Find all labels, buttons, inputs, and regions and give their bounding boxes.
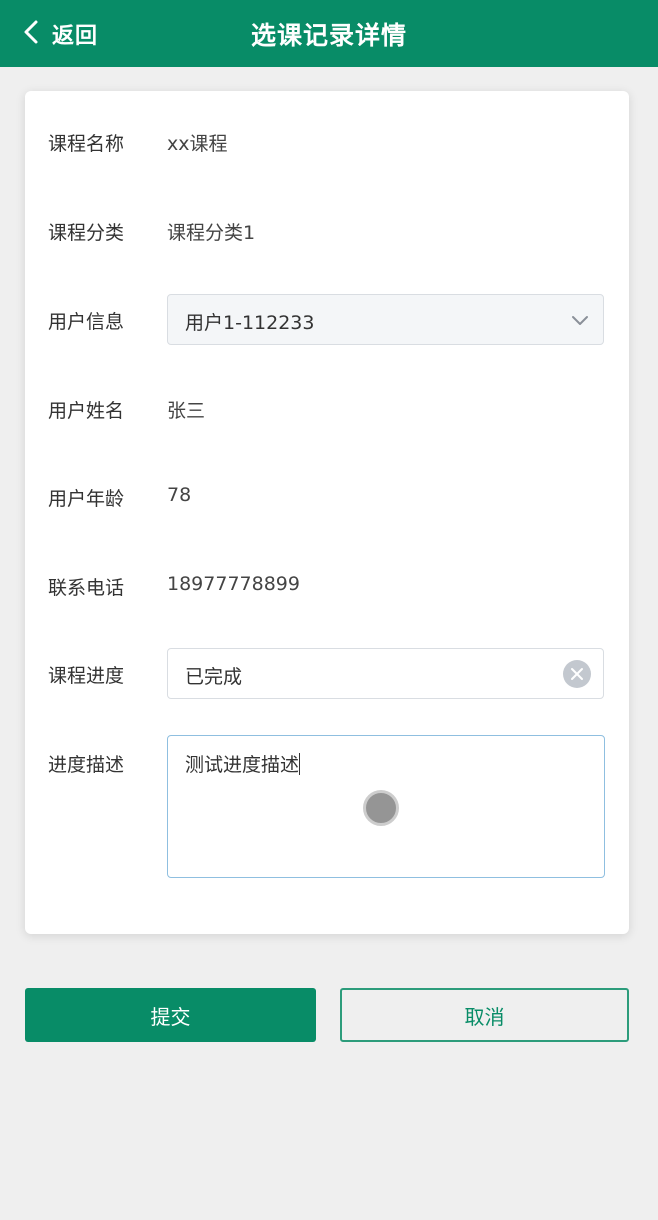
progress-input-value: 已完成	[185, 666, 243, 688]
detail-card: 课程名称 xx课程 课程分类 课程分类1 用户信息 用户1-112233 用户姓…	[25, 91, 629, 934]
progress-desc-value: 测试进度描述	[185, 754, 300, 776]
progress-label: 课程进度	[48, 665, 125, 687]
touch-indicator	[363, 790, 399, 826]
course-category-value: 课程分类1	[167, 222, 256, 244]
app-header: 返回 选课记录详情	[0, 0, 658, 67]
course-name-label: 课程名称	[48, 133, 125, 155]
course-category-label: 课程分类	[48, 222, 125, 244]
progress-desc-textarea[interactable]: 测试进度描述	[167, 735, 605, 878]
clear-icon[interactable]	[563, 660, 591, 688]
cancel-button[interactable]: 取消	[340, 988, 629, 1042]
progress-desc-label: 进度描述	[48, 754, 125, 776]
user-info-select[interactable]: 用户1-112233	[167, 294, 604, 345]
user-name-value: 张三	[167, 400, 206, 422]
user-info-label: 用户信息	[48, 311, 125, 333]
progress-desc-text: 测试进度描述	[185, 750, 301, 777]
user-name-label: 用户姓名	[48, 400, 125, 422]
user-info-selected-value: 用户1-112233	[185, 312, 315, 334]
page-title: 选课记录详情	[250, 21, 407, 50]
text-caret	[299, 753, 301, 775]
progress-input[interactable]: 已完成	[167, 648, 604, 699]
phone-value: 18977778899	[167, 573, 300, 595]
submit-button[interactable]: 提交	[25, 988, 316, 1042]
user-age-value: 78	[167, 484, 192, 506]
chevron-down-icon	[571, 313, 589, 327]
course-name-value: xx课程	[167, 133, 228, 155]
user-age-label: 用户年龄	[48, 488, 125, 510]
phone-label: 联系电话	[48, 577, 125, 599]
